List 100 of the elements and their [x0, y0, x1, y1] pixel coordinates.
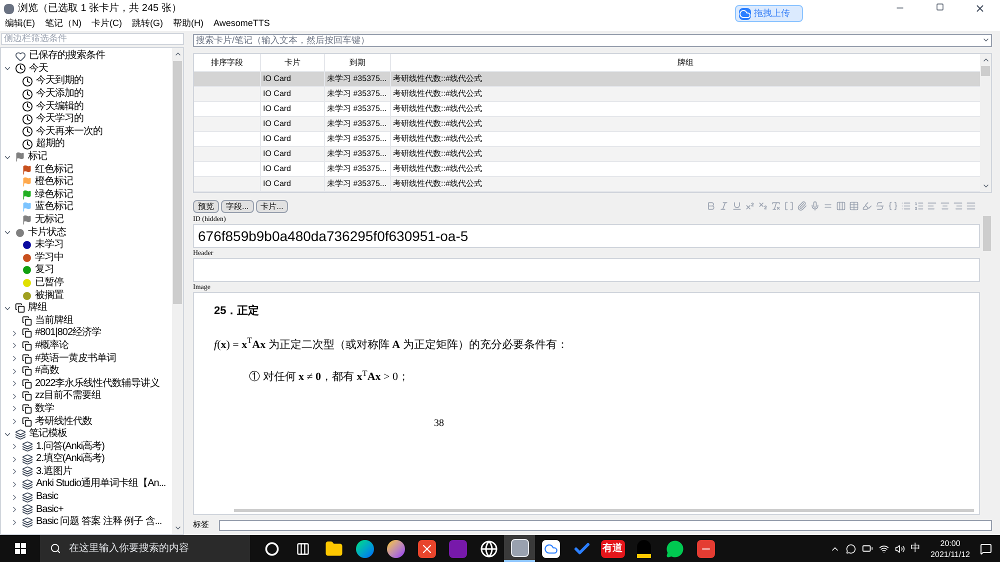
- scrollbar[interactable]: [980, 54, 991, 192]
- clock-time[interactable]: 20:00: [940, 538, 960, 548]
- sidebar-item[interactable]: 笔记模板: [29, 429, 67, 440]
- scrollbar[interactable]: [172, 48, 183, 534]
- tags-field[interactable]: [219, 520, 992, 530]
- format-icon[interactable]: [940, 201, 950, 211]
- format-icon[interactable]: [810, 201, 820, 211]
- menu-item[interactable]: 笔记（N): [45, 17, 82, 31]
- sidebar-item[interactable]: 卡片状态: [28, 228, 66, 238]
- sidebar-item[interactable]: 3.遮图片: [36, 466, 72, 477]
- format-icon[interactable]: [966, 201, 976, 211]
- sidebar-item[interactable]: 今天学习的: [36, 114, 84, 124]
- format-icon[interactable]: [732, 201, 742, 211]
- format-icon[interactable]: [953, 201, 963, 211]
- clock-date[interactable]: 2021/11/12: [930, 548, 970, 560]
- sidebar-item[interactable]: 当前牌组: [35, 316, 73, 326]
- sidebar-item[interactable]: 今天再来一次的: [36, 126, 102, 137]
- sidebar-item[interactable]: 复习: [35, 265, 54, 276]
- scroll-up-icon[interactable]: [174, 50, 182, 58]
- sidebar-item[interactable]: 标记: [28, 152, 47, 162]
- table-row[interactable]: IO Card 未学习 #35375... 考研线性代数::#线代公式: [194, 102, 980, 117]
- format-icon[interactable]: [901, 201, 911, 211]
- sidebar-item[interactable]: 考研线性代数: [35, 416, 92, 427]
- scroll-down-icon[interactable]: [174, 524, 182, 532]
- input-method[interactable]: 中: [910, 541, 921, 556]
- taskbar-button[interactable]: [504, 535, 535, 562]
- sidebar-item[interactable]: 1.问答(Anki高考): [36, 442, 104, 452]
- table-row[interactable]: IO Card 未学习 #35375... 考研线性代数::#线代公式: [194, 72, 980, 87]
- sidebar-item[interactable]: 2.填空(Anki高考): [36, 454, 104, 464]
- taskbar-search-field[interactable]: 在这里输入你要搜索的内容: [40, 535, 250, 562]
- sidebar-item[interactable]: 橙色标记: [35, 177, 73, 188]
- sidebar-item[interactable]: 今天编辑的: [36, 102, 84, 112]
- sidebar-item[interactable]: 蓝色标记: [35, 202, 73, 212]
- table-row[interactable]: IO Card 未学习 #35375... 考研线性代数::#线代公式: [194, 162, 980, 177]
- sidebar-item[interactable]: 无标记: [35, 215, 64, 226]
- scroll-up-icon[interactable]: [982, 56, 990, 64]
- taskbar-button[interactable]: 有道: [597, 535, 628, 562]
- sidebar-item[interactable]: 红色标记: [35, 164, 73, 175]
- editor-button[interactable]: 预览: [193, 200, 219, 212]
- sidebar-item[interactable]: 今天到期的: [36, 76, 84, 86]
- format-icon[interactable]: [914, 201, 924, 211]
- editor-button[interactable]: 卡片...: [256, 200, 288, 212]
- format-icon[interactable]: [888, 201, 898, 211]
- menu-item[interactable]: 跳转(G): [132, 17, 163, 31]
- table-row[interactable]: IO Card 未学习 #35375... 考研线性代数::#线代公式: [194, 177, 980, 192]
- table-row[interactable]: IO Card 未学习 #35375... 考研线性代数::#线代公式: [194, 132, 980, 147]
- editor-button[interactable]: 字段...: [221, 200, 254, 212]
- menu-item[interactable]: AwesomeTTS: [214, 17, 270, 31]
- sidebar-item[interactable]: 已保存的搜索条件: [29, 51, 105, 62]
- notification-icon[interactable]: [980, 542, 992, 554]
- table-row[interactable]: IO Card 未学习 #35375... 考研线性代数::#线代公式: [194, 87, 980, 102]
- column-header[interactable]: 排序字段: [194, 54, 261, 71]
- sidebar-item[interactable]: #801|802经济学: [35, 328, 102, 338]
- sidebar-filter-field[interactable]: 侧边栏筛选条件: [1, 33, 184, 45]
- scroll-thumb[interactable]: [981, 66, 990, 76]
- sidebar-item[interactable]: 绿色标记: [35, 190, 73, 200]
- format-icon[interactable]: [849, 201, 859, 211]
- sidebar-item[interactable]: Basic 问题 答案 注释 例子 含...: [36, 517, 162, 528]
- sidebar-item[interactable]: 2022李永乐线性代数辅导讲义: [35, 378, 160, 389]
- format-icon[interactable]: [758, 201, 768, 211]
- sidebar-item[interactable]: 学习中: [35, 252, 64, 263]
- column-header[interactable]: 牌组: [391, 54, 980, 71]
- sidebar-item[interactable]: #概率论: [35, 340, 69, 351]
- sidebar-item[interactable]: #英语一黄皮书单词: [35, 354, 116, 364]
- format-icon[interactable]: [719, 201, 729, 211]
- format-icon[interactable]: [927, 201, 937, 211]
- sidebar-item[interactable]: 牌组: [28, 303, 47, 314]
- table-row[interactable]: IO Card 未学习 #35375... 考研线性代数::#线代公式: [194, 117, 980, 132]
- format-icon[interactable]: [862, 201, 872, 211]
- battery-icon[interactable]: [862, 543, 873, 554]
- sidebar-item[interactable]: 数学: [35, 404, 54, 414]
- sidebar-item[interactable]: zz目前不需要组: [35, 391, 101, 402]
- text-field[interactable]: [193, 258, 980, 282]
- sidebar-item[interactable]: Basic+: [36, 504, 64, 515]
- sidebar-item[interactable]: Anki Studio通用单词卡组【An...: [36, 479, 166, 490]
- text-field[interactable]: 676f859b9b0a480da736295f0f630951-oa-5: [193, 224, 980, 248]
- format-icon[interactable]: [745, 201, 755, 211]
- scroll-thumb[interactable]: [173, 61, 182, 304]
- format-icon[interactable]: [784, 201, 794, 211]
- sidebar-item[interactable]: 未学习: [35, 240, 64, 250]
- volume-icon[interactable]: [894, 544, 905, 554]
- scroll-thumb[interactable]: [983, 216, 991, 251]
- sidebar-item[interactable]: 已暂停: [35, 278, 64, 288]
- sidebar-item[interactable]: 今天添加的: [36, 89, 84, 100]
- chat-icon[interactable]: [846, 544, 856, 554]
- scrollbar[interactable]: [234, 509, 974, 512]
- menu-item[interactable]: 卡片(C): [92, 17, 122, 31]
- format-icon[interactable]: [771, 201, 781, 211]
- search-field[interactable]: 搜索卡片/笔记（输入文本，然后按回车键）: [193, 34, 992, 47]
- format-icon[interactable]: [875, 201, 885, 211]
- sidebar-item[interactable]: #高数: [35, 366, 60, 376]
- menu-item[interactable]: 编辑(E): [5, 17, 35, 31]
- column-header[interactable]: 卡片: [261, 54, 325, 71]
- scroll-down-icon[interactable]: [982, 182, 990, 190]
- sidebar-item[interactable]: 今天: [29, 64, 48, 74]
- image-field[interactable]: 25．正定 f(x) = x$^{T}$Ax 为正定二次型（或对称阵 A 为正定矩阵）的充分必要条件有： ① 对任何 x ≠ 0，都有 x$^{T}$Ax > 0； 38: [193, 292, 980, 515]
- format-icon[interactable]: [797, 201, 807, 211]
- table-row[interactable]: IO Card 未学习 #35375... 考研线性代数::#线代公式: [194, 147, 980, 162]
- column-header[interactable]: 到期: [325, 54, 391, 71]
- menu-item[interactable]: 帮助(H): [173, 17, 204, 31]
